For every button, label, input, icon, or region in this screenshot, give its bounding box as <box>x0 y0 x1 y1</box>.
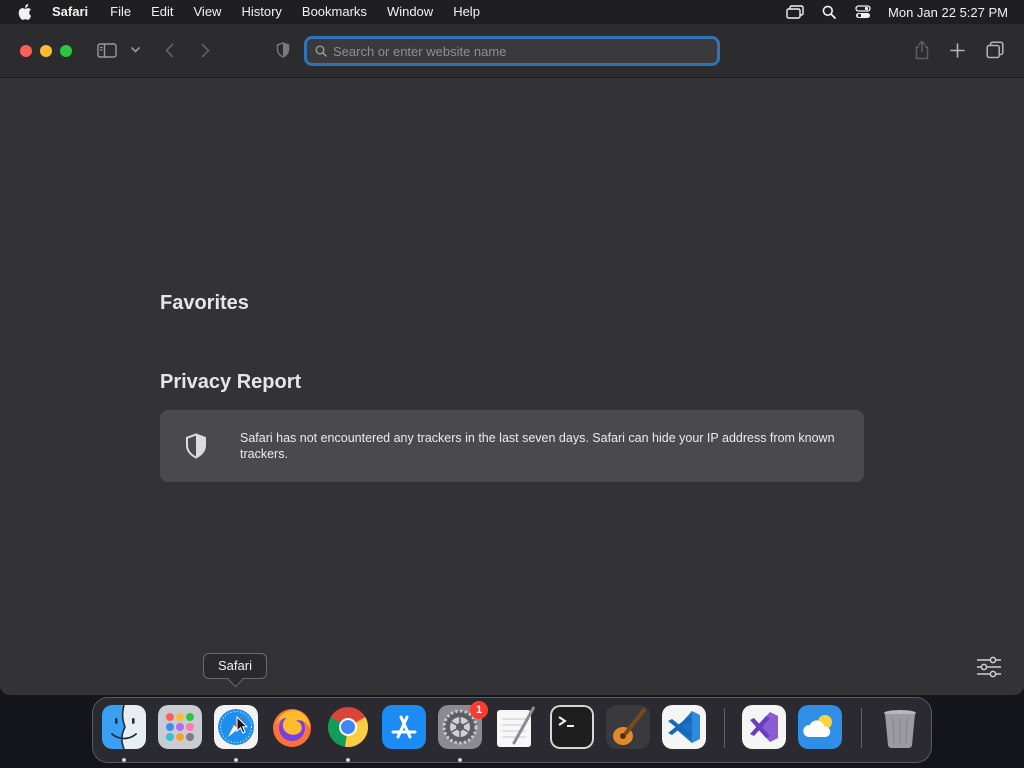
control-center-icon[interactable] <box>854 4 872 20</box>
finder-icon[interactable] <box>102 705 146 749</box>
safari-running-indicator <box>234 758 238 762</box>
spotlight-search-icon[interactable] <box>820 4 838 20</box>
textedit-icon[interactable] <box>494 705 538 749</box>
address-input[interactable] <box>333 43 717 59</box>
safari-toolbar <box>0 24 1024 78</box>
window-zoom-button[interactable] <box>60 45 72 57</box>
share-icon[interactable] <box>912 39 932 61</box>
address-bar[interactable] <box>304 36 720 66</box>
window-close-button[interactable] <box>20 45 32 57</box>
screen-mirroring-icon[interactable] <box>786 4 804 20</box>
menu-history[interactable]: History <box>241 0 281 24</box>
menu-file[interactable]: File <box>110 0 131 24</box>
vscode-icon[interactable] <box>662 705 706 749</box>
weather-icon[interactable] <box>798 705 842 749</box>
menu-bookmarks[interactable]: Bookmarks <box>302 0 367 24</box>
menu-bar: Safari File Edit View History Bookmarks … <box>0 0 1024 24</box>
notification-badge: 1 <box>470 701 488 719</box>
sidebar-toggle-icon[interactable] <box>96 41 118 59</box>
tab-overview-icon[interactable] <box>985 40 1005 60</box>
visual-studio-icon[interactable] <box>742 705 786 749</box>
menu-app-name[interactable]: Safari <box>52 0 88 24</box>
chrome-icon[interactable] <box>326 705 370 749</box>
apple-menu-icon[interactable] <box>18 4 32 20</box>
window-minimize-button[interactable] <box>40 45 52 57</box>
menu-edit[interactable]: Edit <box>151 0 173 24</box>
app-store-icon[interactable] <box>382 705 426 749</box>
dock-tooltip: Safari <box>203 653 267 679</box>
garageband-icon[interactable] <box>606 705 650 749</box>
system-settings-running-indicator <box>458 758 462 762</box>
menu-view[interactable]: View <box>194 0 222 24</box>
customize-start-page-icon[interactable] <box>976 655 1002 679</box>
address-search-icon <box>315 44 329 58</box>
forward-chevron-icon[interactable] <box>196 41 214 59</box>
terminal-icon[interactable] <box>550 705 594 749</box>
new-tab-plus-icon[interactable] <box>948 41 966 59</box>
firefox-icon[interactable] <box>270 705 314 749</box>
menu-help[interactable]: Help <box>453 0 480 24</box>
chrome-running-indicator <box>346 758 350 762</box>
privacy-report-text: Safari has not encountered any trackers … <box>240 431 835 461</box>
menu-clock[interactable]: Mon Jan 22 5:27 PM <box>888 5 1008 20</box>
back-chevron-icon[interactable] <box>160 41 178 59</box>
dock-separator <box>861 708 862 748</box>
launchpad-icon[interactable] <box>158 705 202 749</box>
mouse-pointer-icon <box>236 716 248 734</box>
privacy-report-heading: Privacy Report <box>160 371 302 393</box>
shield-icon <box>184 432 208 460</box>
favorites-heading: Favorites <box>160 292 249 314</box>
finder-running-indicator <box>122 758 126 762</box>
menu-window[interactable]: Window <box>387 0 433 24</box>
dock-separator <box>724 708 725 748</box>
trash-icon[interactable] <box>878 705 922 749</box>
privacy-shield-icon[interactable] <box>274 41 292 59</box>
tab-group-chevron-down-icon[interactable] <box>129 44 141 56</box>
dock: 1 <box>92 697 932 763</box>
privacy-report-card[interactable]: Safari has not encountered any trackers … <box>160 410 864 482</box>
start-page: Favorites Privacy Report Safari has not … <box>0 78 1024 695</box>
safari-window: Favorites Privacy Report Safari has not … <box>0 24 1024 695</box>
